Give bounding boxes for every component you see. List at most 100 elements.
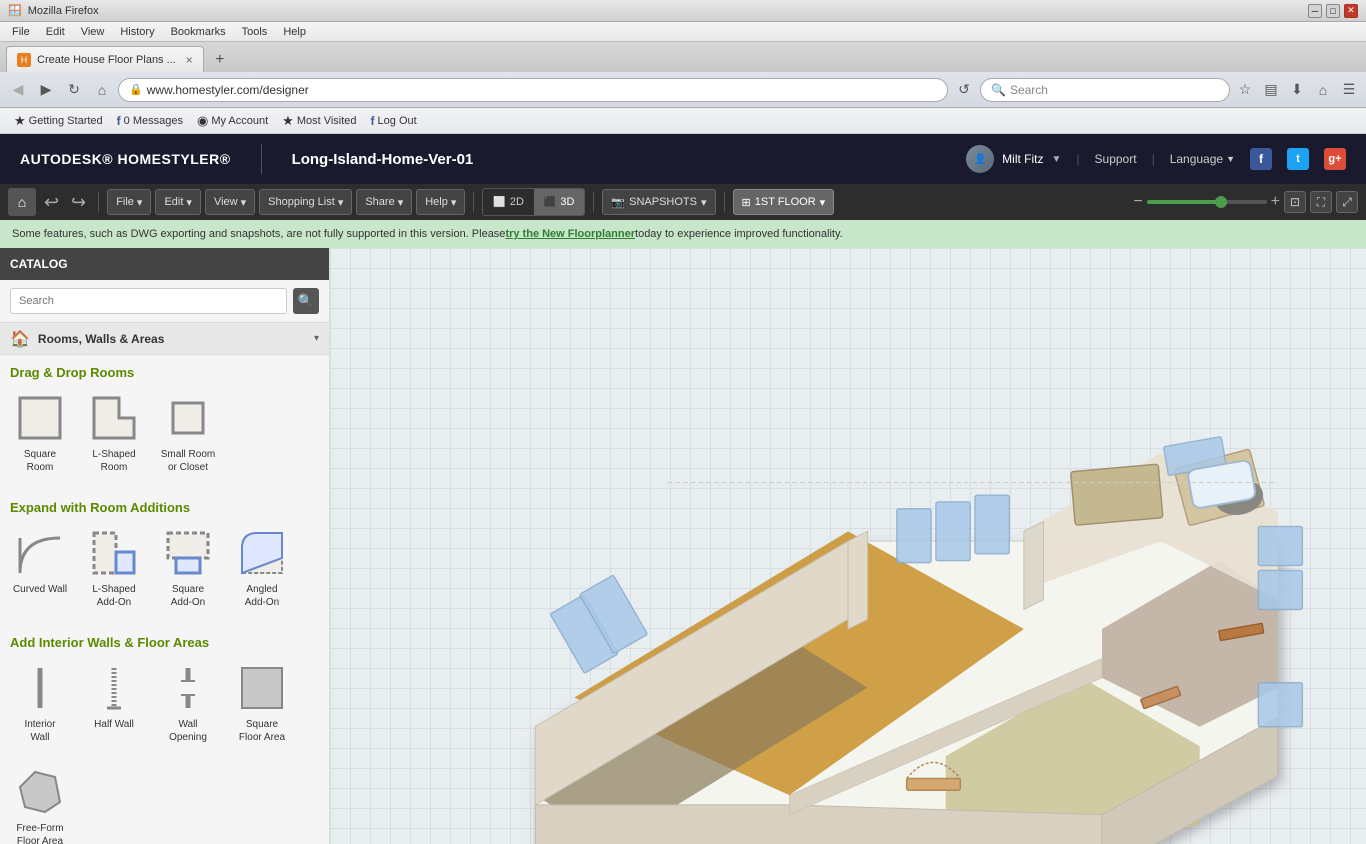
- file-label: File: [116, 196, 134, 208]
- bm-label: My Account: [211, 115, 268, 127]
- wall-opening-item[interactable]: WallOpening: [153, 656, 223, 750]
- back-button[interactable]: ◀: [6, 78, 30, 102]
- facebook-icon: f: [117, 114, 121, 128]
- refresh-button[interactable]: ↻: [62, 78, 86, 102]
- help-label: Help: [425, 196, 448, 208]
- zoom-slider[interactable]: [1147, 200, 1267, 204]
- menu-file[interactable]: File: [4, 24, 38, 40]
- menu-bookmarks[interactable]: Bookmarks: [163, 24, 234, 40]
- bm-account[interactable]: ◉ My Account: [191, 111, 274, 131]
- minimize-button[interactable]: ─: [1308, 4, 1322, 18]
- maximize-button[interactable]: □: [1326, 4, 1340, 18]
- new-tab-button[interactable]: +: [208, 48, 232, 72]
- view-2d-button[interactable]: ⬜ 2D: [483, 189, 534, 215]
- fit-view-button[interactable]: ⊡: [1284, 191, 1306, 213]
- view-menu-button[interactable]: View ▾: [205, 189, 255, 215]
- half-wall-item[interactable]: Half Wall: [79, 656, 149, 750]
- forward-button[interactable]: ▶: [34, 78, 58, 102]
- l-shaped-add-icon-container: [88, 527, 140, 579]
- file-menu-button[interactable]: File ▾: [107, 189, 151, 215]
- address-bar: ◀ ▶ ↻ ⌂ 🔒 www.homestyler.com/designer ↺ …: [0, 72, 1366, 108]
- main-content: CATALOG 🔍 🏠 Rooms, Walls & Areas ▾ Drag …: [0, 248, 1366, 844]
- menu-tools[interactable]: Tools: [234, 24, 276, 40]
- help-button[interactable]: Help ▾: [416, 189, 465, 215]
- catalog-search-container: 🔍: [0, 280, 329, 323]
- active-tab[interactable]: H Create House Floor Plans ... ×: [6, 46, 204, 72]
- menu-nav-icon[interactable]: ☰: [1338, 79, 1360, 101]
- canvas-area[interactable]: [330, 248, 1366, 844]
- reader-view-icon[interactable]: ▤: [1260, 79, 1282, 101]
- square-room-svg: [15, 393, 65, 443]
- browser-titlebar: 🪟 Mozilla Firefox ─ □ ✕: [0, 0, 1366, 22]
- menu-edit[interactable]: Edit: [38, 24, 73, 40]
- bm-getting-started[interactable]: ★ Getting Started: [8, 111, 109, 131]
- home-nav-icon[interactable]: ⌂: [1312, 79, 1334, 101]
- share-label: Share: [365, 196, 394, 208]
- home-button[interactable]: ⌂: [90, 78, 114, 102]
- menu-view[interactable]: View: [73, 24, 113, 40]
- language-btn[interactable]: Language▼: [1170, 152, 1235, 166]
- share-button[interactable]: Share ▾: [356, 189, 412, 215]
- fullscreen-button[interactable]: ⛶: [1310, 191, 1332, 213]
- zoom-area: − + ⊡ ⛶ ⤢: [1133, 191, 1358, 213]
- snapshots-button[interactable]: 📷 SNAPSHOTS ▾: [602, 189, 715, 215]
- square-add-label: SquareAdd-On: [171, 583, 205, 609]
- floor-selector-button[interactable]: ⊞ 1ST FLOOR ▾: [733, 189, 835, 215]
- pocket-icon[interactable]: ⬇: [1286, 79, 1308, 101]
- edit-menu-button[interactable]: Edit ▾: [155, 189, 201, 215]
- twitter-social-button[interactable]: t: [1287, 148, 1309, 170]
- l-shaped-add-item[interactable]: L-ShapedAdd-On: [79, 521, 149, 615]
- angled-add-item[interactable]: AngledAdd-On: [227, 521, 297, 615]
- menu-history[interactable]: History: [112, 24, 162, 40]
- project-name: Long-Island-Home-Ver-01: [292, 151, 947, 168]
- user-menu[interactable]: 👤 Milt Fitz ▼: [966, 145, 1061, 173]
- header-sep-2: |: [1152, 152, 1155, 166]
- facebook-social-button[interactable]: f: [1250, 148, 1272, 170]
- undo-button[interactable]: ↩: [40, 192, 63, 213]
- home-toolbar-button[interactable]: ⌂: [8, 188, 36, 216]
- menu-bar: File Edit View History Bookmarks Tools H…: [0, 22, 1366, 42]
- freeform-floor-item[interactable]: Free-FormFloor Area: [5, 760, 75, 844]
- url-text: www.homestyler.com/designer: [147, 83, 309, 97]
- square-add-item[interactable]: SquareAdd-On: [153, 521, 223, 615]
- curved-wall-item[interactable]: Curved Wall: [5, 521, 75, 615]
- googleplus-social-button[interactable]: g+: [1324, 148, 1346, 170]
- zoom-handle[interactable]: [1215, 196, 1227, 208]
- browser-search-bar[interactable]: 🔍 Search: [980, 78, 1230, 102]
- bookmark-star-icon[interactable]: ☆: [1234, 79, 1256, 101]
- zoom-out-icon[interactable]: −: [1133, 193, 1142, 211]
- small-room-icon-container: [162, 392, 214, 444]
- view-3d-button[interactable]: ⬛ 3D: [534, 189, 585, 215]
- menu-help[interactable]: Help: [275, 24, 314, 40]
- reload-btn[interactable]: ↺: [952, 78, 976, 102]
- redo-button[interactable]: ↩: [67, 192, 90, 213]
- toolbar-sep-1: [98, 192, 99, 212]
- tab-close-button[interactable]: ×: [186, 53, 193, 67]
- view-dropdown-icon: ▾: [241, 196, 247, 209]
- floor-area-item[interactable]: SquareFloor Area: [227, 656, 297, 750]
- toolbar-sep-4: [724, 192, 725, 212]
- bm-messages[interactable]: f 0 Messages: [111, 112, 189, 130]
- square-room-item[interactable]: SquareRoom: [5, 386, 75, 480]
- file-dropdown-icon: ▾: [137, 196, 143, 209]
- expand-button[interactable]: ⤢: [1336, 191, 1358, 213]
- interior-wall-item[interactable]: InteriorWall: [5, 656, 75, 750]
- catalog-search-button[interactable]: 🔍: [293, 288, 319, 314]
- view-3d-icon: ⬛: [544, 197, 556, 208]
- bm-most-visited[interactable]: ★ Most Visited: [276, 111, 362, 131]
- url-input[interactable]: 🔒 www.homestyler.com/designer: [118, 78, 948, 102]
- l-shaped-room-item[interactable]: L-ShapedRoom: [79, 386, 149, 480]
- category-header[interactable]: 🏠 Rooms, Walls & Areas ▾: [0, 323, 329, 355]
- square-room-icon-container: [14, 392, 66, 444]
- tab-title: Create House Floor Plans ...: [37, 54, 176, 66]
- support-link[interactable]: Support: [1095, 152, 1137, 166]
- window-controls: ─ □ ✕: [1308, 4, 1358, 18]
- shopping-dropdown-icon: ▾: [338, 196, 344, 209]
- bm-logout[interactable]: f Log Out: [365, 112, 423, 130]
- new-floorplanner-link[interactable]: try the New Floorplanner: [505, 228, 635, 240]
- small-room-item[interactable]: Small Roomor Closet: [153, 386, 223, 480]
- zoom-in-icon[interactable]: +: [1271, 193, 1280, 211]
- catalog-search-input[interactable]: [10, 288, 287, 314]
- close-button[interactable]: ✕: [1344, 4, 1358, 18]
- shopping-list-button[interactable]: Shopping List ▾: [259, 189, 352, 215]
